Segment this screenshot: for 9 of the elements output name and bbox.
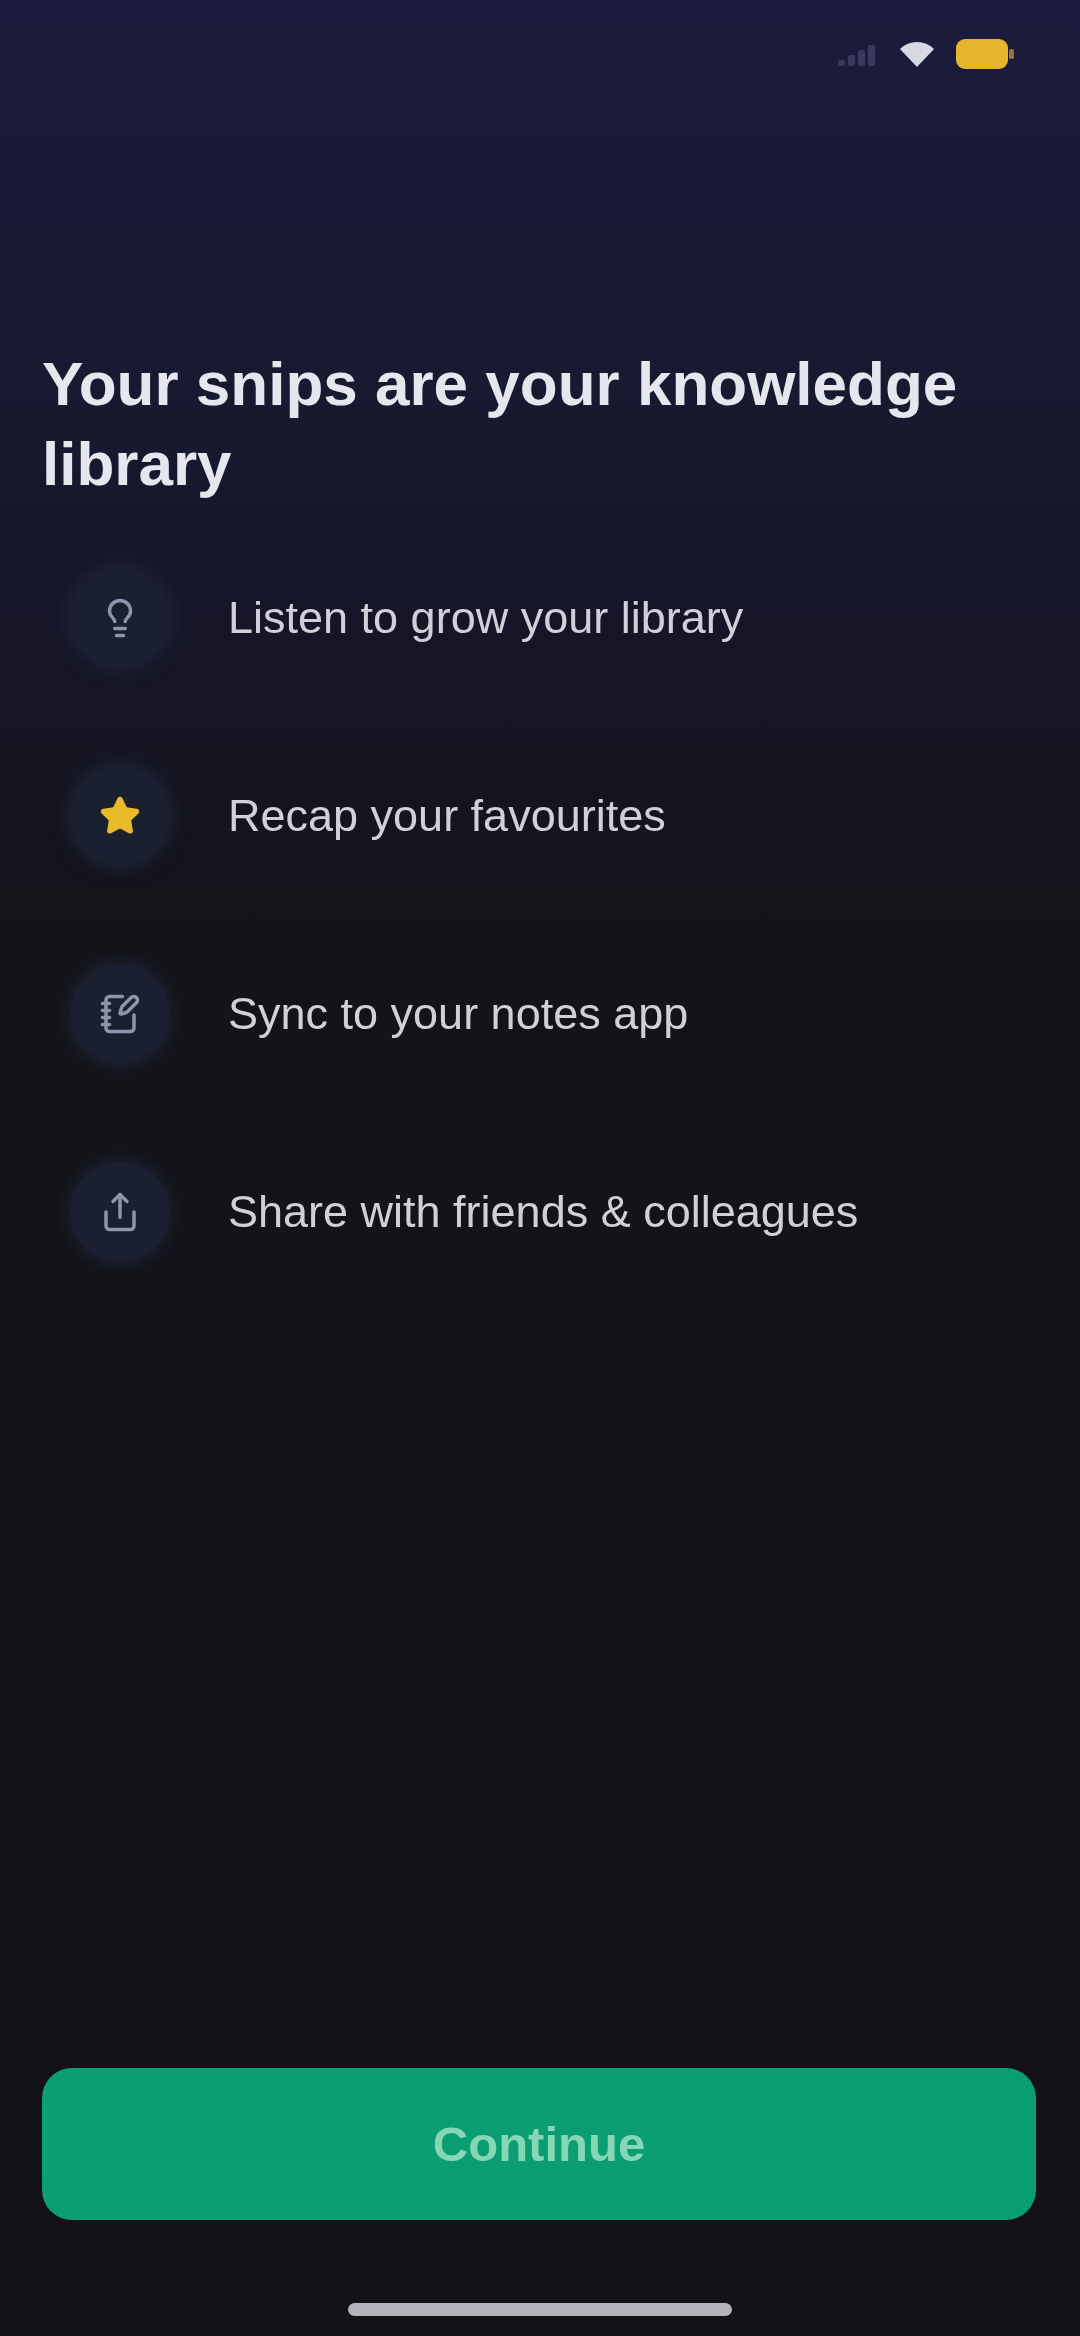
signal-icon	[838, 42, 878, 66]
continue-button[interactable]: Continue	[42, 2068, 1036, 2220]
feature-text: Recap your favourites	[228, 790, 666, 842]
home-indicator[interactable]	[348, 2303, 732, 2316]
feature-text: Sync to your notes app	[228, 988, 689, 1040]
feature-text: Share with friends & colleagues	[228, 1186, 859, 1238]
wifi-icon	[900, 41, 934, 67]
feature-text: Listen to grow your library	[228, 592, 744, 644]
page-heading: Your snips are your knowledge library	[42, 348, 959, 500]
